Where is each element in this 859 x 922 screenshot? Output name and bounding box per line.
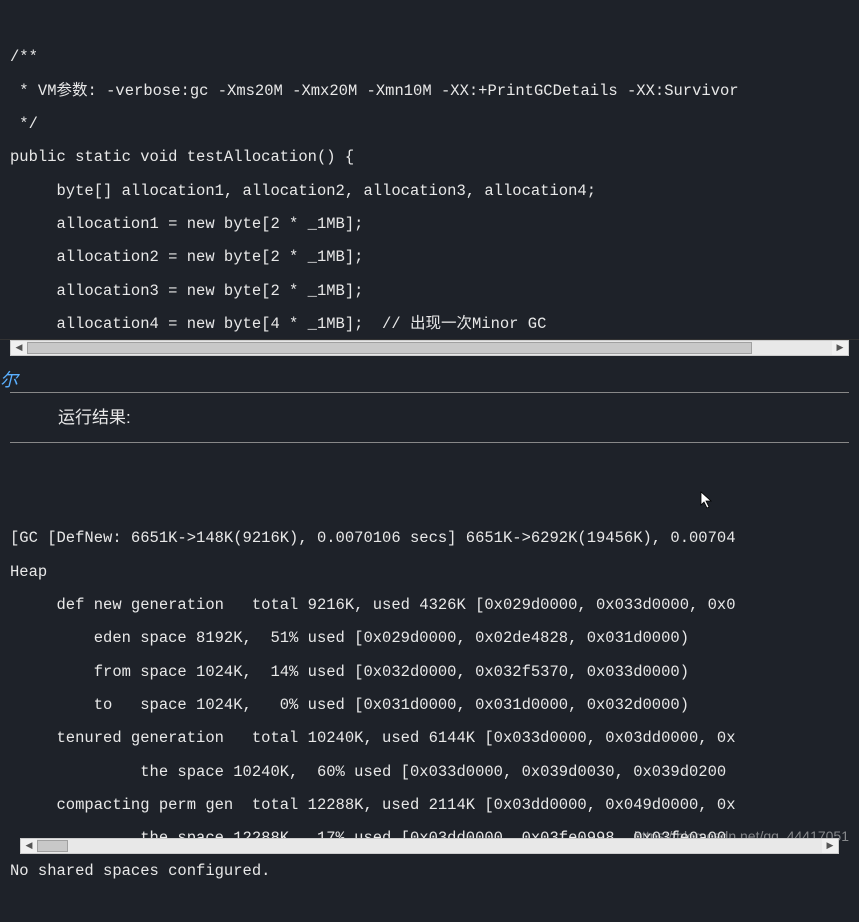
caption-area: 尔 运行结果: [0,366,859,443]
output-line: No shared spaces configured. [10,862,270,880]
output-line: [GC [DefNew: 6651K->148K(9216K), 0.00701… [10,529,736,547]
output-line: tenured generation total 10240K, used 61… [10,729,736,747]
output-line: Heap [10,563,47,581]
text-fragment: 尔 [0,366,859,392]
code-block: /** * VM参数: -verbose:gc -Xms20M -Xmx20M … [0,0,859,340]
scroll-left-arrow-icon[interactable]: ◀ [11,341,27,355]
code-line: /** [10,48,38,66]
scrollbar-thumb[interactable] [27,342,752,354]
code-line: public static void testAllocation() { [10,148,354,166]
output-line: to space 1024K, 0% used [0x031d0000, 0x0… [10,696,689,714]
code-horizontal-scrollbar[interactable]: ◀ ▶ [10,340,849,356]
scrollbar-track[interactable] [27,341,832,355]
code-line: allocation1 = new byte[2 * _1MB]; [10,215,363,233]
scrollbar-track[interactable] [37,839,822,853]
code-line: * VM参数: -verbose:gc -Xms20M -Xmx20M -Xmn… [10,82,739,100]
code-line: byte[] allocation1, allocation2, allocat… [10,182,596,200]
run-result-label: 运行结果: [10,393,849,443]
output-horizontal-scrollbar[interactable]: ◀ ▶ [20,838,839,854]
scroll-right-arrow-icon[interactable]: ▶ [822,839,838,853]
output-line: compacting perm gen total 12288K, used 2… [10,796,736,814]
cursor-icon [700,491,714,509]
code-line: allocation3 = new byte[2 * _1MB]; [10,282,363,300]
code-line: allocation4 = new byte[4 * _1MB]; // 出现一… [10,315,546,333]
output-line: from space 1024K, 14% used [0x032d0000, … [10,663,689,681]
code-line: */ [10,115,38,133]
output-line: the space 10240K, 60% used [0x033d0000, … [10,763,726,781]
scrollbar-thumb[interactable] [37,840,68,852]
code-line: allocation2 = new byte[2 * _1MB]; [10,248,363,266]
output-line: def new generation total 9216K, used 432… [10,596,736,614]
output-line: eden space 8192K, 51% used [0x029d0000, … [10,629,689,647]
scroll-right-arrow-icon[interactable]: ▶ [832,341,848,355]
scroll-left-arrow-icon[interactable]: ◀ [21,839,37,853]
